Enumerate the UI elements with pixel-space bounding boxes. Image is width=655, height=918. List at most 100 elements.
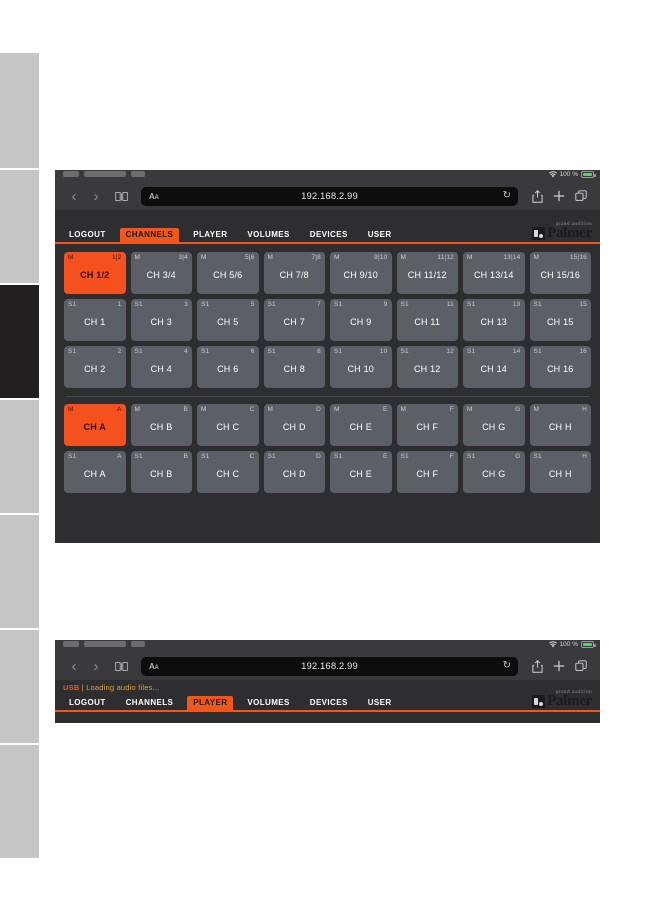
forward-button[interactable]: › bbox=[85, 655, 107, 677]
channel-label: CH 16 bbox=[546, 363, 574, 374]
channel-button[interactable]: S1 G CH G bbox=[463, 450, 525, 493]
new-tab-icon[interactable] bbox=[548, 185, 570, 207]
margin-tab-1 bbox=[0, 53, 39, 168]
channel-button[interactable]: S1 B CH B bbox=[130, 450, 192, 493]
channel-button[interactable]: S1 16 CH 16 bbox=[529, 345, 591, 388]
nav-item-user[interactable]: USER bbox=[362, 228, 398, 242]
channel-button[interactable]: M H CH H bbox=[529, 403, 591, 446]
channel-button[interactable]: S1 1 CH 1 bbox=[64, 298, 126, 341]
channel-button[interactable]: S1 9 CH 9 bbox=[330, 298, 392, 341]
channel-button[interactable]: S1 11 CH 11 bbox=[396, 298, 458, 341]
nav-item-user[interactable]: USER bbox=[362, 696, 398, 710]
nav-item-volumes[interactable]: VOLUMES bbox=[241, 228, 295, 242]
channel-mode-tag: S1 bbox=[533, 347, 542, 355]
channel-label: CH B bbox=[150, 468, 173, 479]
channel-mode-tag: S1 bbox=[467, 452, 476, 460]
channel-button[interactable]: S1 12 CH 12 bbox=[396, 345, 458, 388]
wifi-icon bbox=[548, 641, 557, 648]
channel-button[interactable]: M 15|16 CH 15/16 bbox=[529, 251, 591, 294]
bookmarks-button[interactable] bbox=[109, 185, 133, 207]
new-tab-icon[interactable] bbox=[548, 655, 570, 677]
channel-button[interactable]: S1 E CH E bbox=[330, 450, 392, 493]
channel-button[interactable]: S1 4 CH 4 bbox=[130, 345, 192, 388]
channel-button[interactable]: M D CH D bbox=[263, 403, 325, 446]
share-icon[interactable] bbox=[526, 185, 548, 207]
nav-item-volumes[interactable]: VOLUMES bbox=[241, 696, 295, 710]
channel-button[interactable]: M 13|14 CH 13/14 bbox=[463, 251, 525, 294]
nav-item-channels[interactable]: CHANNELS bbox=[120, 696, 180, 710]
channel-mode-tag: S1 bbox=[201, 300, 210, 308]
channel-mode-tag: M bbox=[533, 253, 540, 261]
channel-button[interactable]: S1 F CH F bbox=[396, 450, 458, 493]
status-bar-right: 100 % bbox=[548, 641, 596, 648]
nav-item-channels[interactable]: CHANNELS bbox=[119, 228, 180, 242]
channel-mode-tag: S1 bbox=[334, 347, 343, 355]
channel-button[interactable]: S1 5 CH 5 bbox=[197, 298, 259, 341]
channel-number-tag: B bbox=[183, 405, 188, 413]
nav-item-logout[interactable]: LOGOUT bbox=[63, 696, 112, 710]
channel-button[interactable]: S1 10 CH 10 bbox=[330, 345, 392, 388]
channel-button[interactable]: M B CH B bbox=[130, 403, 192, 446]
channel-mode-tag: M bbox=[334, 253, 340, 261]
channel-button[interactable]: S1 7 CH 7 bbox=[263, 298, 325, 341]
palmer-logo-mark bbox=[532, 694, 546, 708]
margin-tab-5 bbox=[0, 515, 39, 628]
channel-button[interactable]: S1 D CH D bbox=[263, 450, 325, 493]
channel-button[interactable]: S1 6 CH 6 bbox=[197, 345, 259, 388]
forward-button[interactable]: › bbox=[85, 185, 107, 207]
channel-button[interactable]: S1 13 CH 13 bbox=[463, 298, 525, 341]
share-icon[interactable] bbox=[526, 655, 548, 677]
back-button[interactable]: ‹ bbox=[63, 185, 85, 207]
channel-number-tag: 5 bbox=[250, 300, 255, 308]
channel-number-tag: 12 bbox=[446, 347, 454, 355]
channel-button[interactable]: S1 H CH H bbox=[529, 450, 591, 493]
channel-number-tag: 3|4 bbox=[178, 253, 188, 261]
channel-button[interactable]: S1 A CH A bbox=[64, 450, 126, 493]
channel-button[interactable]: S1 3 CH 3 bbox=[130, 298, 192, 341]
channel-button[interactable]: S1 2 CH 2 bbox=[64, 345, 126, 388]
channel-number-tag: 5|6 bbox=[244, 253, 255, 261]
text-size-button[interactable]: AA bbox=[149, 192, 159, 201]
nav-item-player[interactable]: PLAYER bbox=[187, 228, 233, 242]
channel-button[interactable]: M 5|6 CH 5/6 bbox=[197, 251, 259, 294]
channel-mode-tag: S1 bbox=[400, 300, 409, 308]
channel-button[interactable]: S1 8 CH 8 bbox=[263, 345, 325, 388]
channel-button[interactable]: M E CH E bbox=[330, 403, 392, 446]
channel-mode-tag: S1 bbox=[267, 452, 276, 460]
app-header: LOGOUT CHANNELS PLAYER VOLUMES DEVICES USER g… bbox=[55, 210, 600, 244]
margin-tab-4 bbox=[0, 400, 39, 513]
bookmarks-button[interactable] bbox=[109, 655, 133, 677]
channel-button[interactable]: M 3|4 CH 3/4 bbox=[130, 251, 192, 294]
nav-item-devices[interactable]: DEVICES bbox=[304, 228, 354, 242]
back-button[interactable]: ‹ bbox=[63, 655, 85, 677]
channel-button[interactable]: M 7|8 CH 7/8 bbox=[263, 251, 325, 294]
reload-icon[interactable]: ↻ bbox=[503, 661, 511, 671]
text-size-button[interactable]: AA bbox=[149, 662, 159, 671]
channel-button[interactable]: S1 C CH C bbox=[197, 450, 259, 493]
nav-item-devices[interactable]: DEVICES bbox=[304, 696, 354, 710]
nav-item-logout[interactable]: LOGOUT bbox=[63, 228, 112, 242]
tabs-icon[interactable] bbox=[570, 185, 592, 207]
channel-button[interactable]: M F CH F bbox=[396, 403, 458, 446]
channel-button[interactable]: M 1|2 CH 1/2 bbox=[64, 251, 126, 294]
channel-button[interactable]: S1 15 CH 15 bbox=[529, 298, 591, 341]
channel-label: CH E bbox=[349, 468, 372, 479]
channel-mode-tag: S1 bbox=[267, 347, 276, 355]
address-bar[interactable]: AA 192.168.2.99 ↻ bbox=[141, 186, 518, 206]
channel-button[interactable]: S1 14 CH 14 bbox=[463, 345, 525, 388]
address-bar[interactable]: AA 192.168.2.99 ↻ bbox=[141, 656, 518, 676]
channel-label: CH 9/10 bbox=[343, 269, 378, 280]
channel-button[interactable]: M A CH A bbox=[64, 403, 126, 446]
channel-button[interactable]: M C CH C bbox=[197, 403, 259, 446]
tabs-icon[interactable] bbox=[570, 655, 592, 677]
reload-icon[interactable]: ↻ bbox=[503, 191, 511, 201]
app-nav: LOGOUT CHANNELS PLAYER VOLUMES DEVICES USER bbox=[55, 224, 600, 242]
nav-item-player[interactable]: PLAYER bbox=[187, 696, 234, 710]
channel-number-tag: C bbox=[249, 452, 255, 460]
channel-number-tag: 14 bbox=[512, 347, 521, 355]
browser-window-channels: 100 % ‹ › AA 192.168.2.99 ↻ LOGOUT CHANNE… bbox=[55, 170, 600, 543]
channel-button[interactable]: M 9|10 CH 9/10 bbox=[330, 251, 392, 294]
channel-button[interactable]: M G CH G bbox=[463, 403, 525, 446]
channel-button[interactable]: M 11|12 CH 11/12 bbox=[396, 251, 458, 294]
status-bar-right: 100 % bbox=[548, 171, 596, 178]
